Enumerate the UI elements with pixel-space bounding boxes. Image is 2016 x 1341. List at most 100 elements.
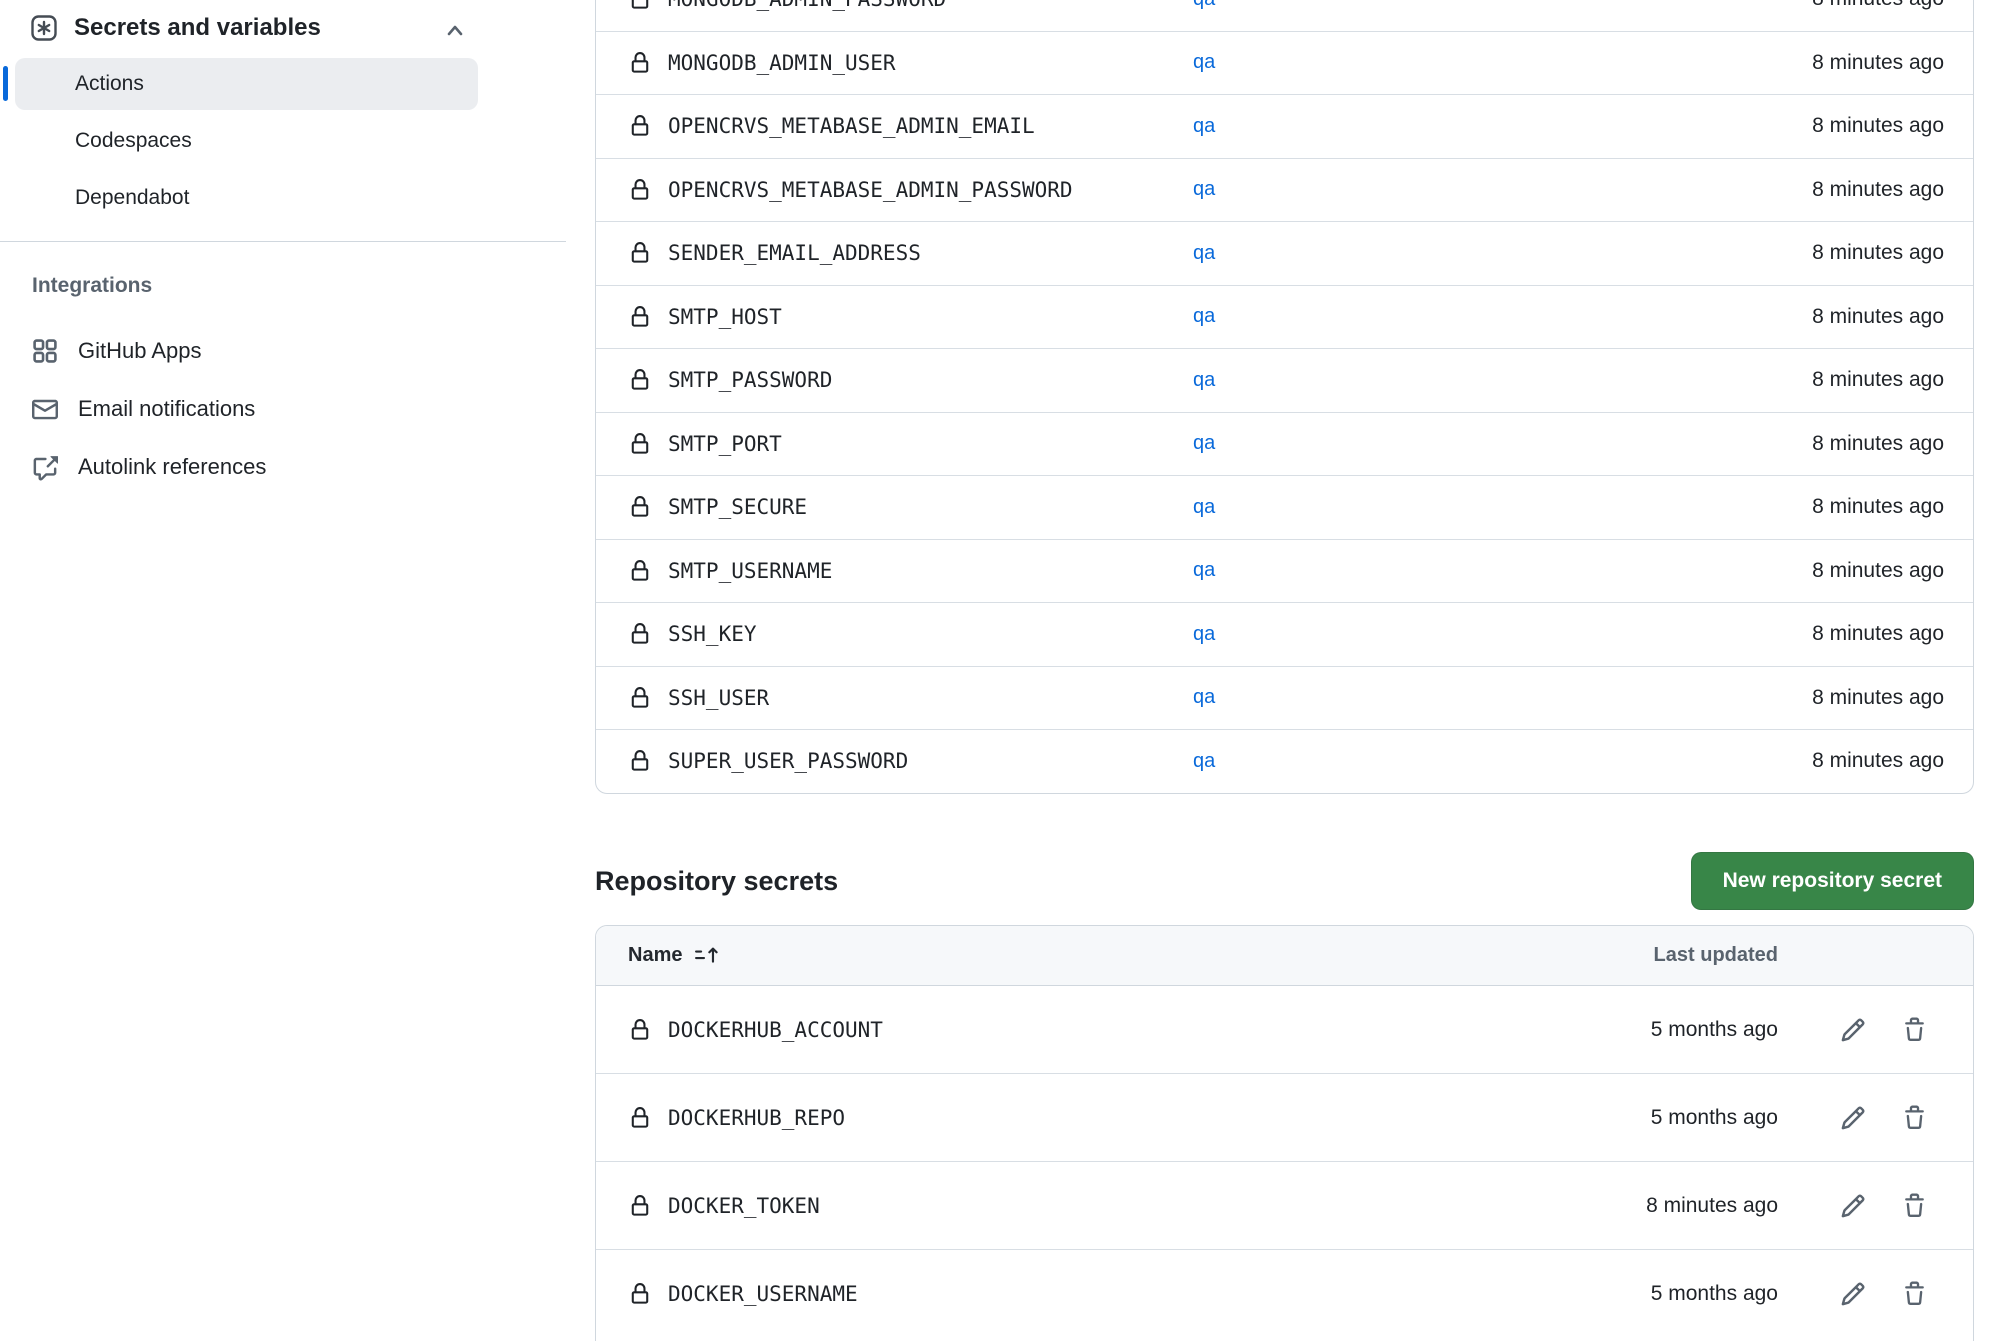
lock-icon bbox=[629, 558, 651, 584]
pencil-icon bbox=[1840, 1105, 1866, 1131]
secret-name: OPENCRVS_METABASE_ADMIN_EMAIL bbox=[668, 114, 1035, 138]
environment-secret-row: SMTP_PORT qa 8 minutes ago bbox=[596, 412, 1973, 476]
secret-name: DOCKER_USERNAME bbox=[668, 1282, 858, 1306]
lock-icon bbox=[629, 304, 651, 330]
environment-link[interactable]: qa bbox=[1193, 432, 1215, 455]
trash-icon bbox=[1902, 1017, 1927, 1043]
edit-secret-button[interactable] bbox=[1838, 1279, 1868, 1309]
mail-icon bbox=[32, 396, 58, 422]
lock-icon bbox=[629, 113, 651, 139]
environment-secret-row: SMTP_PASSWORD qa 8 minutes ago bbox=[596, 348, 1973, 412]
integrations-list: GitHub Apps Email notifications Autolink… bbox=[32, 322, 532, 496]
secret-last-updated: 8 minutes ago bbox=[1812, 51, 1944, 75]
secret-last-updated: 8 minutes ago bbox=[1812, 305, 1944, 329]
secret-name: DOCKERHUB_REPO bbox=[668, 1106, 845, 1130]
environment-link[interactable]: qa bbox=[1193, 750, 1215, 773]
lock-icon bbox=[629, 494, 651, 520]
secret-name: SMTP_PASSWORD bbox=[668, 368, 832, 392]
environment-link[interactable]: qa bbox=[1193, 115, 1215, 138]
secret-last-updated: 8 minutes ago bbox=[1812, 114, 1944, 138]
secret-name: DOCKERHUB_ACCOUNT bbox=[668, 1018, 883, 1042]
repository-secret-row: DOCKER_USERNAME 5 months ago bbox=[596, 1249, 1973, 1337]
secret-last-updated: 8 minutes ago bbox=[1812, 622, 1944, 646]
repository-secrets-title: Repository secrets bbox=[595, 866, 838, 897]
secret-last-updated: 8 minutes ago bbox=[1812, 241, 1944, 265]
environment-link[interactable]: qa bbox=[1193, 559, 1215, 582]
environment-secret-row: SMTP_USERNAME qa 8 minutes ago bbox=[596, 539, 1973, 603]
environment-link[interactable]: qa bbox=[1193, 0, 1215, 11]
lock-icon bbox=[629, 431, 651, 457]
environment-secret-row: MONGODB_ADMIN_PASSWORD qa 8 minutes ago bbox=[596, 0, 1973, 31]
secret-last-updated: 8 minutes ago bbox=[1812, 0, 1944, 11]
secret-name: SMTP_PORT bbox=[668, 432, 782, 456]
sidebar-item-github-apps[interactable]: GitHub Apps bbox=[32, 322, 532, 380]
new-repository-secret-button[interactable]: New repository secret bbox=[1691, 852, 1974, 910]
environment-secret-row: SENDER_EMAIL_ADDRESS qa 8 minutes ago bbox=[596, 221, 1973, 285]
environment-link[interactable]: qa bbox=[1193, 178, 1215, 201]
delete-secret-button[interactable] bbox=[1900, 1191, 1928, 1221]
environment-link[interactable]: qa bbox=[1193, 242, 1215, 265]
sidebar-item-autolink-references[interactable]: Autolink references bbox=[32, 438, 532, 496]
secret-name: DOCKER_TOKEN bbox=[668, 1194, 820, 1218]
lock-icon bbox=[629, 1281, 651, 1307]
pencil-icon bbox=[1840, 1017, 1866, 1043]
environment-secret-row: SMTP_SECURE qa 8 minutes ago bbox=[596, 475, 1973, 539]
key-asterisk-icon bbox=[30, 14, 58, 42]
lock-icon bbox=[629, 1193, 651, 1219]
lock-icon bbox=[629, 367, 651, 393]
secret-last-updated: 8 minutes ago bbox=[1812, 749, 1944, 773]
environment-secrets-table: MONGODB_ADMIN_PASSWORD qa 8 minutes ago … bbox=[595, 0, 1974, 794]
lock-icon bbox=[629, 621, 651, 647]
lock-icon bbox=[629, 685, 651, 711]
secret-last-updated: 5 months ago bbox=[1651, 1282, 1778, 1306]
last-updated-column-label: Last updated bbox=[1654, 944, 1778, 967]
repository-secret-row: DOCKERHUB_REPO 5 months ago bbox=[596, 1073, 1973, 1161]
secret-name: SMTP_HOST bbox=[668, 305, 782, 329]
delete-secret-button[interactable] bbox=[1900, 1015, 1928, 1045]
sidebar-item-dependabot[interactable]: Dependabot bbox=[15, 172, 478, 224]
delete-secret-button[interactable] bbox=[1900, 1103, 1928, 1133]
edit-secret-button[interactable] bbox=[1838, 1191, 1868, 1221]
environment-link[interactable]: qa bbox=[1193, 496, 1215, 519]
name-column-label: Name bbox=[628, 944, 682, 967]
sidebar-integration-item-label: Autolink references bbox=[78, 454, 266, 480]
secret-name: MONGODB_ADMIN_USER bbox=[668, 51, 896, 75]
pencil-icon bbox=[1840, 1193, 1866, 1219]
edit-secret-button[interactable] bbox=[1838, 1015, 1868, 1045]
github-secrets-settings-page: { "colors": { "accent_blue": "#0969da", … bbox=[0, 0, 2016, 1340]
trash-icon bbox=[1902, 1193, 1927, 1219]
secret-last-updated: 8 minutes ago bbox=[1812, 686, 1944, 710]
repository-secrets-rows: DOCKERHUB_ACCOUNT 5 months ago DOCKERHUB… bbox=[596, 986, 1973, 1337]
environment-secret-row: SMTP_HOST qa 8 minutes ago bbox=[596, 285, 1973, 349]
sidebar-nav-item-label: Actions bbox=[75, 72, 144, 96]
repository-secret-row: DOCKER_TOKEN 8 minutes ago bbox=[596, 1161, 1973, 1249]
trash-icon bbox=[1902, 1281, 1927, 1307]
secret-name: SSH_KEY bbox=[668, 622, 757, 646]
section-title: Secrets and variables bbox=[74, 14, 321, 42]
sidebar-item-codespaces[interactable]: Codespaces bbox=[15, 115, 478, 167]
chevron-up-icon[interactable] bbox=[441, 17, 469, 45]
environment-link[interactable]: qa bbox=[1193, 305, 1215, 328]
sort-ascending-icon bbox=[695, 944, 718, 967]
integrations-section-title: Integrations bbox=[32, 274, 152, 298]
lock-icon bbox=[629, 50, 651, 76]
trash-icon bbox=[1902, 1105, 1927, 1131]
delete-secret-button[interactable] bbox=[1900, 1279, 1928, 1309]
edit-secret-button[interactable] bbox=[1838, 1103, 1868, 1133]
lock-icon bbox=[629, 177, 651, 203]
environment-secret-row: SUPER_USER_PASSWORD qa 8 minutes ago bbox=[596, 729, 1973, 793]
environment-link[interactable]: qa bbox=[1193, 623, 1215, 646]
settings-sidebar: Secrets and variables Actions Codespaces… bbox=[0, 0, 566, 1340]
environment-link[interactable]: qa bbox=[1193, 51, 1215, 74]
secret-name: SMTP_USERNAME bbox=[668, 559, 832, 583]
sidebar-item-email-notifications[interactable]: Email notifications bbox=[32, 380, 532, 438]
secret-last-updated: 8 minutes ago bbox=[1646, 1194, 1778, 1218]
secrets-and-variables-section-header: Secrets and variables bbox=[30, 14, 321, 42]
secret-name: SSH_USER bbox=[668, 686, 769, 710]
name-column-sort-header[interactable]: Name bbox=[628, 944, 718, 967]
environment-secret-row: SSH_KEY qa 8 minutes ago bbox=[596, 602, 1973, 666]
environment-link[interactable]: qa bbox=[1193, 369, 1215, 392]
secret-name: OPENCRVS_METABASE_ADMIN_PASSWORD bbox=[668, 178, 1073, 202]
environment-link[interactable]: qa bbox=[1193, 686, 1215, 709]
sidebar-item-actions[interactable]: Actions bbox=[15, 58, 478, 110]
